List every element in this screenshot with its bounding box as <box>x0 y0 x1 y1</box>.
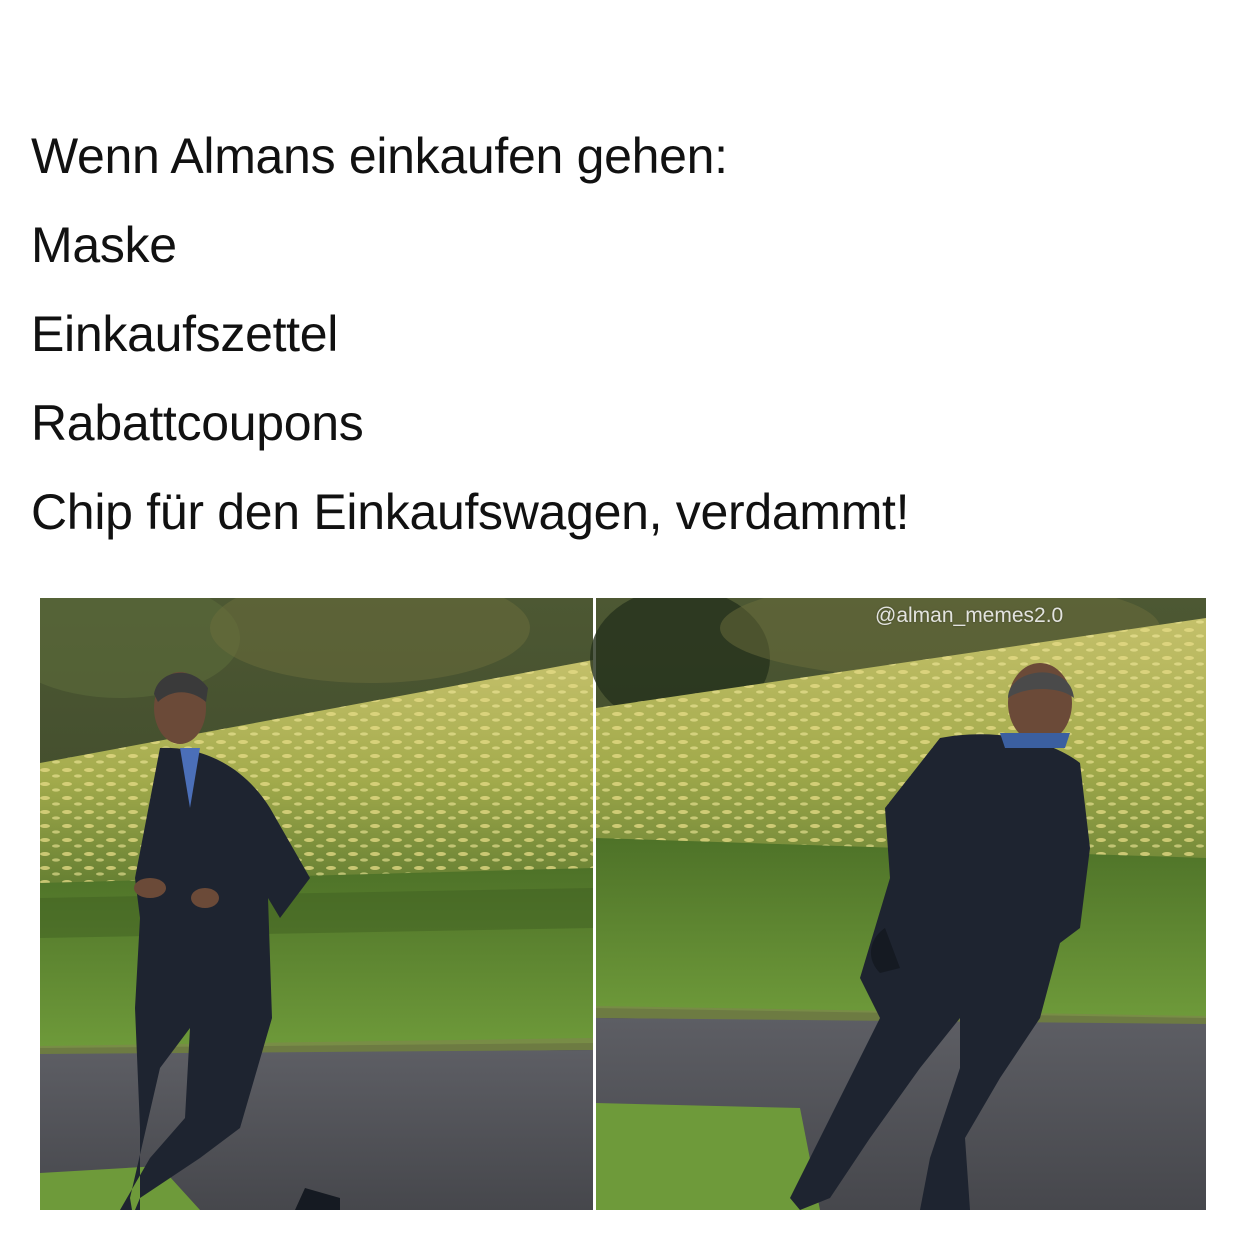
meme-caption: Wenn Almans einkaufen gehen: Maske Einka… <box>31 112 1221 557</box>
photo-panel-left <box>40 598 593 1210</box>
watermark-handle: @alman_memes2.0 <box>875 604 1064 627</box>
caption-line-5: Chip für den Einkaufswagen, verdammt! <box>31 484 910 540</box>
caption-line-1: Wenn Almans einkaufen gehen: <box>31 128 728 184</box>
caption-line-3: Einkaufszettel <box>31 306 339 362</box>
caption-line-4: Rabattcoupons <box>31 395 364 451</box>
photo-panel-right <box>590 598 1206 1210</box>
caption-line-2: Maske <box>31 217 177 273</box>
meme-photo-strip <box>40 598 1206 1210</box>
